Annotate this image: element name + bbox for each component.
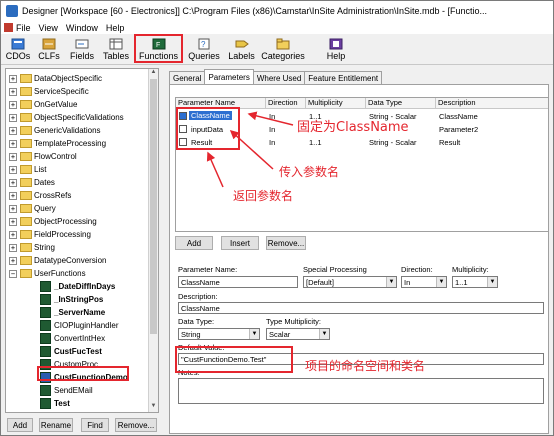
arrow-classname [247, 111, 294, 126]
annotation-input-param: 传入参数名 [279, 165, 340, 179]
annotation-arrows [206, 111, 294, 188]
annotation-return-param: 返回参数名 [233, 189, 294, 203]
arrow-inputdata [229, 129, 274, 170]
designer-window: Designer [Workspace [60 - Electronics]] … [0, 0, 554, 436]
annotation-namespace-class: 项目的命名空间和类名 [305, 359, 426, 373]
arrow-result [206, 151, 224, 188]
annotation-fixed-classname: 固定为ClassName [297, 120, 409, 135]
